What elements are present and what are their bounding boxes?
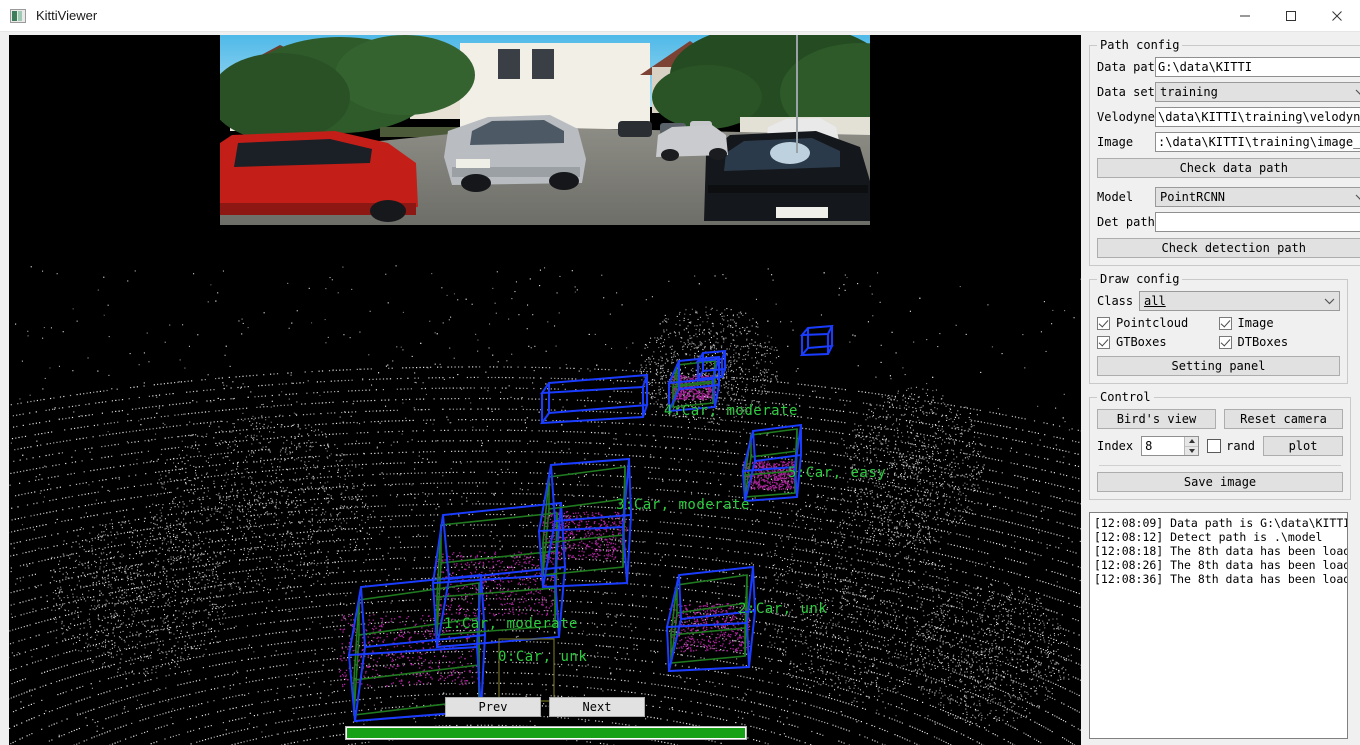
camera-buttons: Bird's view Reset camera — [1097, 409, 1344, 429]
minimize-button[interactable] — [1222, 0, 1268, 32]
control-divider — [1099, 465, 1342, 466]
control-panel: Path config Data path G:\data\KITTI Data… — [1081, 32, 1360, 745]
det-path-label: Det path — [1097, 215, 1155, 229]
velodyne-row: Velodyne \data\KITTI\training\velodyne — [1097, 107, 1360, 127]
checkbox-rand[interactable]: rand — [1207, 439, 1255, 453]
model-value: PointRCNN — [1160, 190, 1226, 204]
index-spinner[interactable]: 8 — [1141, 436, 1200, 456]
data-path-label: Data path — [1097, 60, 1163, 74]
image-label: Image — [1097, 135, 1134, 149]
model-label: Model — [1097, 190, 1134, 204]
class-dropdown[interactable]: all — [1139, 291, 1340, 311]
data-set-value: training — [1160, 85, 1218, 99]
spinner-buttons[interactable] — [1184, 437, 1199, 455]
class-value: all — [1144, 294, 1166, 308]
draw-config-legend: Draw config — [1100, 272, 1180, 286]
main-body: 4:Car, moderate 5:Car, easy 3:Car, moder… — [0, 32, 1360, 745]
viewport-container: 4:Car, moderate 5:Car, easy 3:Car, moder… — [0, 32, 1081, 745]
prev-button[interactable]: Prev — [445, 697, 541, 717]
titlebar-left: KittiViewer — [0, 8, 97, 23]
control-legend: Control — [1100, 390, 1151, 404]
draw-config-group: Draw config Class all Pointcloud Image G… — [1089, 272, 1348, 384]
index-label: Index — [1097, 439, 1134, 453]
progress-bar — [345, 726, 747, 740]
log-line: [12:08:36] The 8th data has been loaded. — [1094, 572, 1348, 586]
class-label: Class — [1097, 294, 1134, 308]
app-logo-icon — [10, 8, 26, 23]
checkbox-gtboxes-label: GTBoxes — [1116, 335, 1167, 349]
log-line: [12:08:26] The 8th data has been loaded. — [1094, 558, 1348, 572]
setting-panel-button[interactable]: Setting panel — [1097, 356, 1340, 376]
save-image-button[interactable]: Save image — [1097, 472, 1344, 492]
class-row: Class all — [1097, 291, 1340, 311]
object-label: 2:Car, unk — [738, 601, 828, 617]
checkbox-gtboxes[interactable]: GTBoxes — [1097, 335, 1219, 349]
pointcloud-render — [9, 35, 1081, 745]
checkbox-pointcloud[interactable]: Pointcloud — [1097, 316, 1219, 330]
index-row: Index 8 rand plot — [1097, 436, 1344, 456]
checkbox-icon[interactable] — [1097, 316, 1110, 330]
checkbox-image-label: Image — [1237, 316, 1274, 330]
plot-button[interactable]: plot — [1263, 436, 1344, 456]
progress-bar-fill — [347, 728, 745, 738]
birds-view-button[interactable]: Bird's view — [1097, 409, 1217, 429]
log-output[interactable]: [12:08:09] Data path is G:\data\KITTI [1… — [1089, 512, 1348, 739]
chevron-down-icon — [1355, 191, 1360, 203]
checkbox-pointcloud-label: Pointcloud — [1116, 316, 1189, 330]
object-label: 5:Car, easy — [788, 465, 887, 481]
data-set-label: Data set — [1097, 85, 1155, 99]
data-set-dropdown[interactable]: training — [1155, 82, 1360, 102]
det-path-input[interactable] — [1155, 212, 1360, 232]
object-label: 4:Car, moderate — [664, 403, 798, 419]
spinner-up-icon[interactable] — [1185, 437, 1199, 447]
path-config-group: Path config Data path G:\data\KITTI Data… — [1089, 38, 1360, 266]
data-path-row: Data path G:\data\KITTI — [1097, 57, 1360, 77]
reset-camera-button[interactable]: Reset camera — [1224, 409, 1344, 429]
checkbox-icon[interactable] — [1218, 335, 1232, 349]
window-title: KittiViewer — [36, 8, 98, 23]
checkbox-icon[interactable] — [1097, 335, 1110, 349]
checkbox-image[interactable]: Image — [1218, 316, 1341, 330]
chevron-down-icon — [1324, 295, 1337, 307]
titlebar: KittiViewer — [0, 0, 1360, 32]
control-group: Control Bird's view Reset camera Index 8 — [1089, 390, 1352, 500]
checkbox-dtboxes[interactable]: DTBoxes — [1218, 335, 1341, 349]
checkbox-icon[interactable] — [1207, 439, 1222, 453]
velodyne-input[interactable]: \data\KITTI\training\velodyne — [1155, 107, 1360, 127]
chevron-down-icon — [1355, 86, 1360, 98]
maximize-button[interactable] — [1268, 0, 1314, 32]
checkbox-icon[interactable] — [1218, 316, 1232, 330]
index-value: 8 — [1145, 439, 1153, 453]
log-line: [12:08:12] Detect path is .\model — [1094, 530, 1323, 544]
velodyne-label: Velodyne — [1097, 110, 1155, 124]
log-line: [12:08:18] The 8th data has been loaded. — [1094, 544, 1348, 558]
rand-label: rand — [1226, 439, 1256, 453]
checkbox-dtboxes-label: DTBoxes — [1237, 335, 1289, 349]
spinner-down-icon[interactable] — [1185, 446, 1199, 455]
object-label: 3:Car, moderate — [616, 497, 750, 513]
window-controls — [1222, 0, 1360, 32]
model-dropdown[interactable]: PointRCNN — [1155, 187, 1360, 207]
draw-checkbox-grid: Pointcloud Image GTBoxes DTBoxes — [1097, 316, 1340, 354]
log-line: [12:08:09] Data path is G:\data\KITTI — [1094, 516, 1348, 530]
model-row: Model PointRCNN — [1097, 187, 1360, 207]
data-set-row: Data set training — [1097, 82, 1360, 102]
check-data-path-button[interactable]: Check data path — [1097, 158, 1360, 178]
close-button[interactable] — [1314, 0, 1360, 32]
det-path-row: Det path — [1097, 212, 1360, 232]
check-detection-path-button[interactable]: Check detection path — [1097, 238, 1360, 258]
path-config-legend: Path config — [1100, 38, 1180, 52]
application-window: KittiViewer 4:Car, moderate 5:Car, easy … — [0, 0, 1360, 745]
image-row: Image :\data\KITTI\training\image_2 — [1097, 132, 1360, 152]
object-label: 1:Car, moderate — [444, 616, 578, 632]
nav-buttons: Prev Next — [9, 697, 1081, 717]
next-button[interactable]: Next — [549, 697, 645, 717]
pointcloud-viewport[interactable]: 4:Car, moderate 5:Car, easy 3:Car, moder… — [9, 35, 1081, 745]
object-label: 0:Car, unk — [498, 649, 588, 665]
data-path-input[interactable]: G:\data\KITTI — [1155, 57, 1360, 77]
image-input[interactable]: :\data\KITTI\training\image_2 — [1155, 132, 1360, 152]
